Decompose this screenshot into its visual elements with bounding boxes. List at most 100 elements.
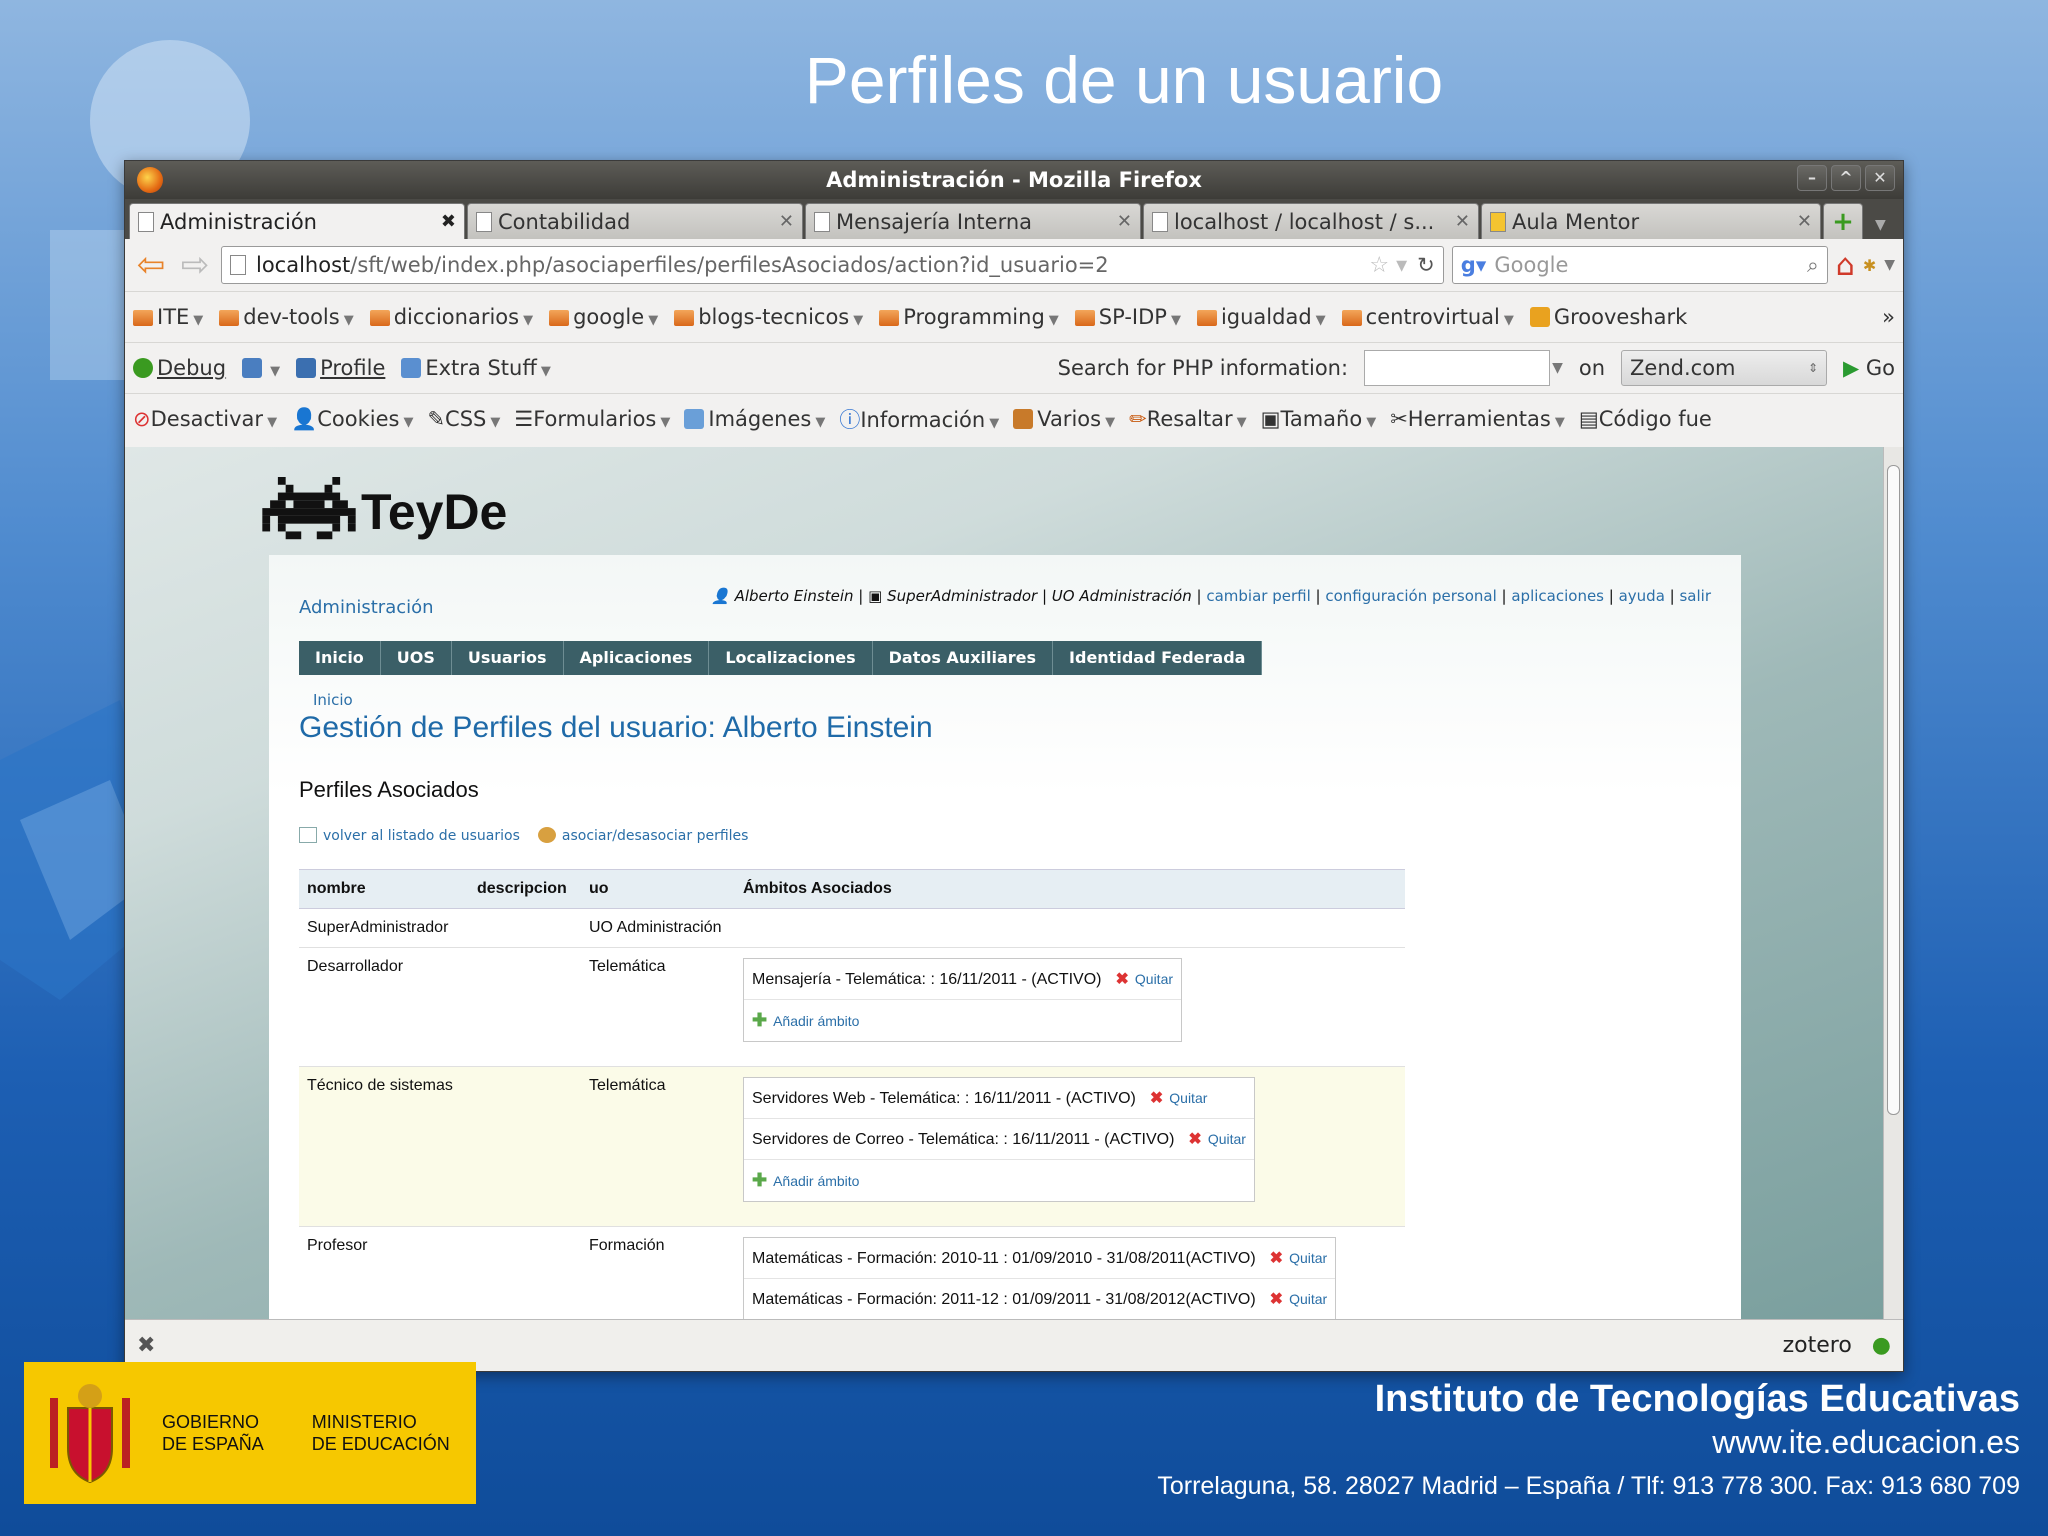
scrollbar-thumb[interactable] xyxy=(1887,465,1900,1115)
bookmark-star-icon[interactable]: ☆ ▾ xyxy=(1369,253,1407,278)
back-arrow-icon[interactable]: ⇦ xyxy=(133,245,169,285)
site-select[interactable]: Zend.com ⇕ xyxy=(1621,350,1828,386)
quitar-link[interactable]: ✖ Quitar xyxy=(1115,971,1173,988)
navigation-bar: ⇦ ⇨ localhost/sft/web/index.php/asociape… xyxy=(125,239,1903,291)
dev-imagenes[interactable]: Imágenes ▼ xyxy=(684,407,825,431)
dev-resaltar[interactable]: ✏Resaltar ▼ xyxy=(1129,407,1247,431)
more-bookmarks-icon[interactable]: » xyxy=(1882,305,1895,329)
close-tab-icon[interactable]: ✕ xyxy=(1797,211,1812,232)
php-toolbar: Debug ▼ Profile Extra Stuff ▼ Search for … xyxy=(125,342,1903,393)
dev-codigo-fuente[interactable]: ▤Código fue xyxy=(1579,407,1712,431)
menu-localizaciones[interactable]: Localizaciones xyxy=(709,641,873,675)
table-header-row: nombre descripcion uo Ámbitos Asociados xyxy=(299,869,1405,909)
close-tab-icon[interactable]: ✖ xyxy=(441,211,456,232)
addon-icon[interactable]: ● xyxy=(1872,1333,1891,1358)
home-icon[interactable]: ⌂ xyxy=(1836,248,1855,283)
vertical-scrollbar[interactable] xyxy=(1883,447,1903,1321)
add-ambito-link[interactable]: ✚ Añadir ámbito xyxy=(744,1160,1254,1201)
menu-uos[interactable]: UOS xyxy=(381,641,452,675)
url-path: /sft/web/index.php/asociaperfiles/perfil… xyxy=(350,253,1109,277)
close-tab-icon[interactable]: ✕ xyxy=(1117,211,1132,232)
bookmark-dev-tools[interactable]: dev-tools ▼ xyxy=(219,305,354,329)
menu-inicio[interactable]: Inicio xyxy=(299,641,381,675)
bookmarks-toolbar: ITE ▼ dev-tools ▼ diccionarios ▼ google ▼ bl… xyxy=(125,291,1903,342)
maximize-button[interactable]: ^ xyxy=(1831,165,1861,191)
toolbar-menu[interactable]: ▼ xyxy=(242,356,280,380)
bookmark-grooveshark[interactable]: Grooveshark xyxy=(1529,305,1687,329)
tab-contabilidad[interactable]: Contabilidad ✕ xyxy=(467,203,803,239)
chevron-down-icon[interactable]: ▼ xyxy=(1552,360,1563,376)
briefcase-icon xyxy=(1013,409,1034,429)
menu-datos-auxiliares[interactable]: Datos Auxiliares xyxy=(873,641,1054,675)
profile-button[interactable]: Profile xyxy=(296,356,385,380)
link-ayuda[interactable]: ayuda xyxy=(1619,587,1665,605)
dev-informacion[interactable]: ⓘInformación ▼ xyxy=(839,404,999,434)
bookmark-diccionarios[interactable]: diccionarios ▼ xyxy=(369,305,533,329)
quitar-link[interactable]: ✖ Quitar xyxy=(1270,1250,1328,1267)
tab-mensajeria[interactable]: Mensajería Interna ✕ xyxy=(805,203,1141,239)
plus-icon: ✚ xyxy=(752,1170,768,1190)
page-icon xyxy=(230,255,246,275)
folder-icon xyxy=(1074,310,1095,326)
bookmark-ite[interactable]: ITE ▼ xyxy=(133,305,203,329)
menu-identidad-federada[interactable]: Identidad Federada xyxy=(1053,641,1263,675)
pen-icon: ✎ xyxy=(427,407,446,431)
firefox-icon xyxy=(137,167,163,193)
tab-list-icon[interactable]: ▼ xyxy=(1875,217,1886,233)
breadcrumb[interactable]: Inicio xyxy=(313,691,353,709)
tab-aula-mentor[interactable]: Aula Mentor ✕ xyxy=(1481,203,1821,239)
form-icon: ☰ xyxy=(514,407,534,431)
search-box[interactable]: g▾ Google ⌕ xyxy=(1451,246,1828,284)
dev-cookies[interactable]: 👤Cookies ▼ xyxy=(291,407,413,432)
close-tab-icon[interactable]: ✕ xyxy=(779,211,794,232)
back-to-list-link[interactable]: volver al listado de usuarios xyxy=(299,827,520,844)
magnifier-icon[interactable]: ⌕ xyxy=(1807,253,1819,278)
bookmark-igualdad[interactable]: igualdad ▼ xyxy=(1196,305,1326,329)
quitar-link[interactable]: ✖ Quitar xyxy=(1150,1090,1208,1107)
dev-css[interactable]: ✎CSS ▼ xyxy=(427,407,500,431)
actions-bar: volver al listado de usuarios asociar/de… xyxy=(299,827,748,844)
reload-icon[interactable]: ↻ xyxy=(1417,253,1435,277)
link-aplicaciones[interactable]: aplicaciones xyxy=(1511,587,1604,605)
link-configuracion-personal[interactable]: configuración personal xyxy=(1325,587,1496,605)
url-bar[interactable]: localhost/sft/web/index.php/asociaperfil… xyxy=(221,246,1444,284)
close-findbar-icon[interactable]: ✖ xyxy=(137,1333,155,1358)
go-button[interactable]: ▶ Go xyxy=(1843,356,1895,380)
associate-profiles-link[interactable]: asociar/desasociar perfiles xyxy=(537,827,748,844)
bookmark-programming[interactable]: Programming ▼ xyxy=(879,305,1059,329)
debug-button[interactable]: Debug xyxy=(133,356,226,380)
quitar-link[interactable]: ✖ Quitar xyxy=(1188,1131,1246,1148)
tab-administracion[interactable]: Administración ✖ xyxy=(129,203,465,239)
bookmark-sp-idp[interactable]: SP-IDP ▼ xyxy=(1074,305,1181,329)
menu-usuarios[interactable]: Usuarios xyxy=(452,641,564,675)
close-window-button[interactable]: ✕ xyxy=(1865,165,1895,191)
bookmark-blogs-tecnicos[interactable]: blogs-tecnicos ▼ xyxy=(674,305,863,329)
dev-tamano[interactable]: ▣Tamaño ▼ xyxy=(1261,407,1377,431)
forward-arrow-icon[interactable]: ⇨ xyxy=(177,245,213,285)
bookmark-centrovirtual[interactable]: centrovirtual ▼ xyxy=(1341,305,1514,329)
dev-herramientas[interactable]: ✂Herramientas ▼ xyxy=(1390,407,1565,431)
new-tab-button[interactable]: + xyxy=(1823,203,1863,239)
col-ambitos: Ámbitos Asociados xyxy=(735,869,1405,909)
add-ambito-link[interactable]: ✚ Añadir ámbito xyxy=(744,1000,1181,1041)
link-cambiar-perfil[interactable]: cambiar perfil xyxy=(1206,587,1310,605)
dev-desactivar[interactable]: ⊘Desactivar ▼ xyxy=(133,407,277,431)
zotero-button[interactable]: zotero xyxy=(1783,1333,1852,1358)
close-tab-icon[interactable]: ✕ xyxy=(1455,211,1470,232)
chevron-down-icon[interactable]: ▼ xyxy=(1884,257,1895,273)
php-search-input[interactable] xyxy=(1364,350,1551,386)
bookmark-google[interactable]: google ▼ xyxy=(549,305,658,329)
extra-stuff-button[interactable]: Extra Stuff ▼ xyxy=(401,356,551,380)
dev-varios[interactable]: Varios ▼ xyxy=(1013,407,1115,431)
site-icon xyxy=(1490,211,1506,232)
tab-localhost[interactable]: localhost / localhost / s... ✕ xyxy=(1143,203,1479,239)
web-developer-toolbar: ⊘Desactivar ▼ 👤Cookies ▼ ✎CSS ▼ ☰Formulario… xyxy=(125,393,1903,444)
bug-icon xyxy=(133,358,153,378)
extension-icon[interactable]: ✱ xyxy=(1863,256,1876,275)
quitar-link[interactable]: ✖ Quitar xyxy=(1270,1291,1328,1308)
dev-formularios[interactable]: ☰Formularios ▼ xyxy=(514,407,670,431)
minimize-button[interactable]: – xyxy=(1797,165,1827,191)
section-link[interactable]: Administración xyxy=(299,597,434,618)
menu-aplicaciones[interactable]: Aplicaciones xyxy=(564,641,710,675)
link-salir[interactable]: salir xyxy=(1679,587,1711,605)
